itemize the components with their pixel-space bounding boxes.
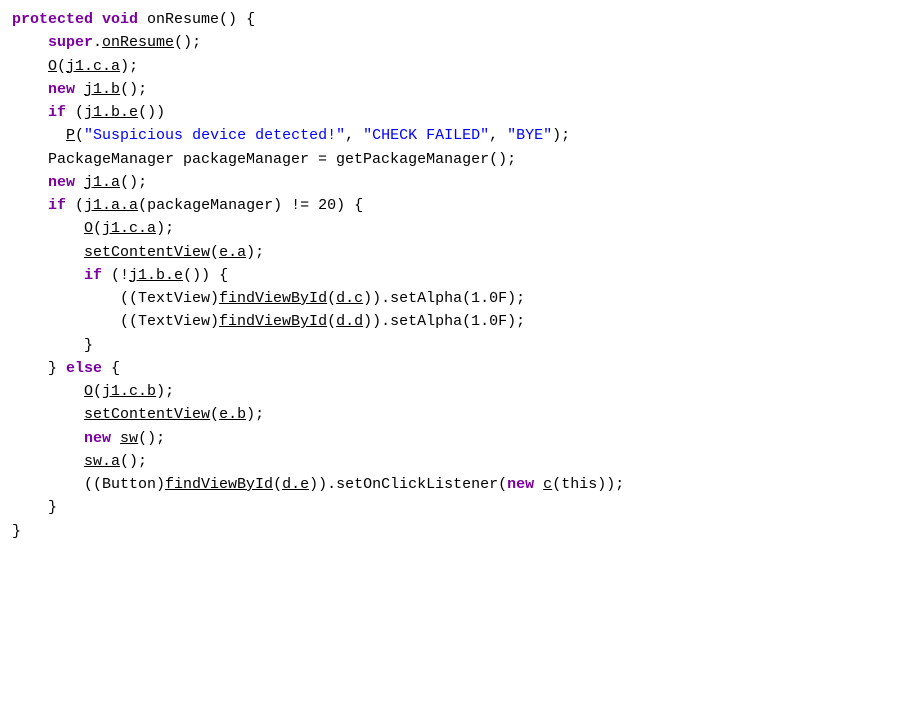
keyword-else: else — [66, 360, 102, 377]
code-line-12: if (!j1.b.e()) { — [12, 264, 912, 287]
ref-j1cb: j1.c.b — [102, 383, 156, 400]
ref-sw: sw — [120, 430, 138, 447]
code-line-3: O(j1.c.a); — [12, 55, 912, 78]
ref-eb: e.b — [219, 406, 246, 423]
string-suspicious: "Suspicious device detected!" — [84, 127, 345, 144]
code-line-4: new j1.b(); — [12, 78, 912, 101]
string-bye: "BYE" — [507, 127, 552, 144]
method-setcontentview-2: setContentView — [84, 406, 210, 423]
code-line-22: } — [12, 496, 912, 519]
method-P: P — [66, 127, 75, 144]
code-line-13: ((TextView)findViewById(d.c)).setAlpha(1… — [12, 287, 912, 310]
code-line-23: } — [12, 520, 912, 543]
keyword-new-4: new — [507, 476, 534, 493]
code-line-11: setContentView(e.a); — [12, 241, 912, 264]
keyword-new-3: new — [84, 430, 111, 447]
code-line-10: O(j1.c.a); — [12, 217, 912, 240]
code-line-6: P("Suspicious device detected!", "CHECK … — [12, 124, 912, 147]
code-line-20: sw.a(); — [12, 450, 912, 473]
method-findviewbyid-3: findViewById — [165, 476, 273, 493]
code-line-9: if (j1.a.a(packageManager) != 20) { — [12, 194, 912, 217]
method-setcontentview-1: setContentView — [84, 244, 210, 261]
method-O: O — [48, 58, 57, 75]
code-line-8: new j1.a(); — [12, 171, 912, 194]
ref-ea: e.a — [219, 244, 246, 261]
keyword-super: super — [48, 34, 93, 51]
ref-swa: sw.a — [84, 453, 120, 470]
code-line-17: O(j1.c.b); — [12, 380, 912, 403]
ref-j1a: j1.a — [84, 174, 120, 191]
keyword-if-3: if — [84, 267, 102, 284]
ref-j1be-2: j1.b.e — [129, 267, 183, 284]
ref-j1b: j1.b — [84, 81, 120, 98]
code-line-16: } else { — [12, 357, 912, 380]
keyword-void: void — [102, 11, 138, 28]
code-line-15: } — [12, 334, 912, 357]
method-O-2: O — [84, 220, 93, 237]
keyword-new-1: new — [48, 81, 75, 98]
ref-j1be: j1.b.e — [84, 104, 138, 121]
keyword-new-2: new — [48, 174, 75, 191]
code-line-1: protected void onResume() { — [12, 8, 912, 31]
ref-j1aa: j1.a.a — [84, 197, 138, 214]
keyword-if-2: if — [48, 197, 66, 214]
ref-j1ca-2: j1.c.a — [102, 220, 156, 237]
ref-dd: d.d — [336, 313, 363, 330]
keyword-protected: protected — [12, 11, 93, 28]
method-findviewbyid-1: findViewById — [219, 290, 327, 307]
code-line-19: new sw(); — [12, 427, 912, 450]
ref-c: c — [543, 476, 552, 493]
code-line-7: PackageManager packageManager = getPacka… — [12, 148, 912, 171]
method-onresume: onResume — [102, 34, 174, 51]
ref-de: d.e — [282, 476, 309, 493]
code-line-14: ((TextView)findViewById(d.d)).setAlpha(1… — [12, 310, 912, 333]
ref-j1ca-1: j1.c.a — [66, 58, 120, 75]
code-line-5: if (j1.b.e()) — [12, 101, 912, 124]
method-findviewbyid-2: findViewById — [219, 313, 327, 330]
code-container: protected void onResume() { super.onResu… — [0, 0, 924, 708]
code-line-18: setContentView(e.b); — [12, 403, 912, 426]
string-check-failed: "CHECK FAILED" — [363, 127, 489, 144]
code-line-2: super.onResume(); — [12, 31, 912, 54]
keyword-if-1: if — [48, 104, 66, 121]
ref-dc: d.c — [336, 290, 363, 307]
code-line-21: ((Button)findViewById(d.e)).setOnClickLi… — [12, 473, 912, 496]
method-O-3: O — [84, 383, 93, 400]
